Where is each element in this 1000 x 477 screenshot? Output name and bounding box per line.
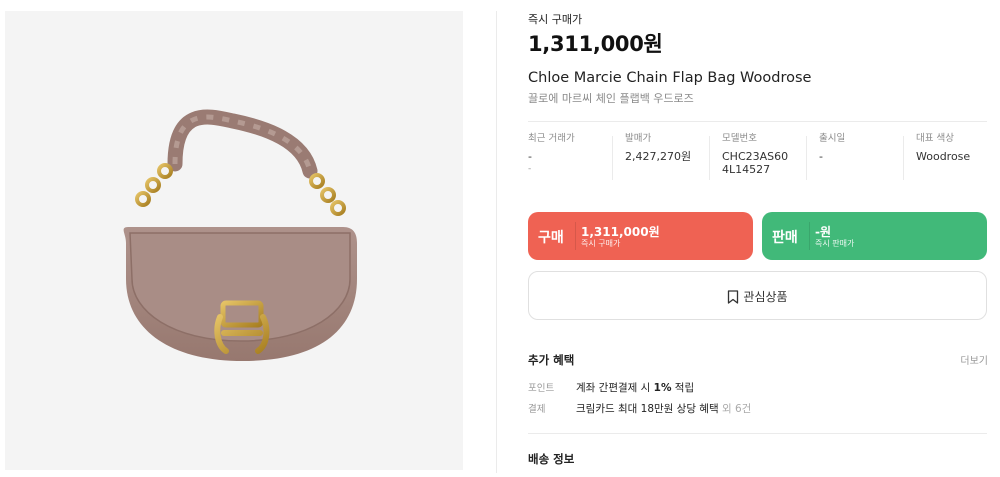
detail-color: 대표 색상 Woodrose (916, 133, 971, 163)
product-image-panel[interactable] (5, 11, 463, 470)
shipping-title: 배송 정보 (528, 452, 575, 466)
benefits-more-link[interactable]: 더보기 (960, 352, 988, 367)
detail-recent-price: 최근 거래가 - - (528, 133, 575, 174)
button-separator (575, 222, 576, 250)
detail-separator (709, 136, 710, 180)
buy-sublabel: 즉시 구매가 (581, 239, 621, 248)
detail-separator (612, 136, 613, 180)
wishlist-label: 관심상품 (743, 290, 788, 304)
benefit-row-payment: 결제 크림카드 최대 18만원 상당 혜택 외 6건 (528, 403, 752, 415)
price-label: 즉시 구매가 (528, 13, 583, 26)
benefits-title: 추가 혜택 (528, 353, 575, 367)
sell-sublabel: 즉시 판매가 (815, 239, 855, 248)
detail-release-date: 출시일 - (819, 133, 846, 163)
detail-separator (806, 136, 807, 180)
divider (528, 121, 987, 122)
wishlist-content: 관심상품 (529, 288, 986, 305)
benefit-category: 포인트 (528, 383, 555, 394)
wishlist-button[interactable]: 관심상품 (528, 271, 987, 320)
panel-divider (496, 11, 497, 473)
buy-button[interactable]: 구매 1,311,000원 즉시 구매가 (528, 212, 753, 260)
instant-buy-price: 1,311,000원 (528, 32, 663, 56)
product-title-en: Chloe Marcie Chain Flap Bag Woodrose (528, 70, 812, 86)
detail-release-price: 발매가 2,427,270원 (625, 133, 692, 163)
buy-label: 구매 (538, 230, 564, 246)
sell-button[interactable]: 판매 -원 즉시 판매가 (762, 212, 987, 260)
product-details: 최근 거래가 - - 발매가 2,427,270원 모델번호 CHC23AS60… (528, 133, 987, 185)
sell-label: 판매 (772, 230, 798, 246)
benefit-category: 결제 (528, 404, 546, 415)
benefit-row-points: 포인트 계좌 간편결제 시 1% 적립 (528, 382, 695, 394)
detail-model-number: 모델번호 CHC23AS60 4L14527 (722, 133, 789, 176)
button-separator (809, 222, 810, 250)
bookmark-icon (728, 290, 739, 304)
product-title-ko: 끌로에 마르씨 체인 플랩백 우드로즈 (528, 92, 694, 105)
detail-separator (903, 136, 904, 180)
product-image (123, 109, 357, 361)
divider (528, 433, 987, 434)
